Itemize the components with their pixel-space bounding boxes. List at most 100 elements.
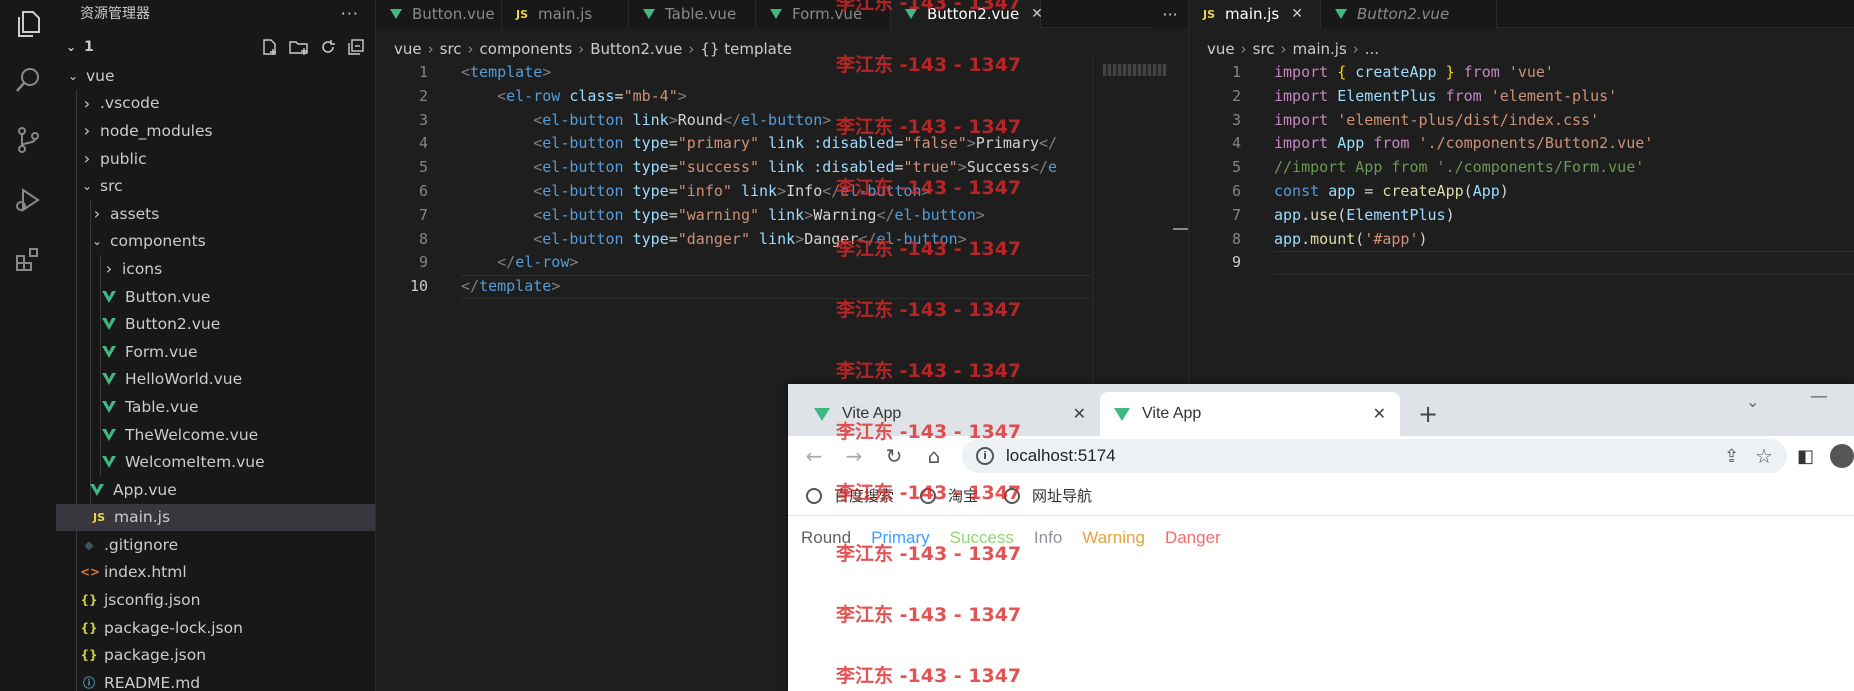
tree-item[interactable]: › public (56, 144, 375, 173)
tree-item[interactable]: ⌄ vue (56, 62, 375, 90)
editor-more-icon[interactable]: ··· (1152, 0, 1188, 28)
tab-form-vue[interactable]: Form.vue (756, 0, 891, 28)
indent-guide (90, 255, 91, 283)
tree-item[interactable]: {} jsconfig.json (56, 586, 375, 614)
tree-item[interactable]: Button2.vue (56, 310, 375, 338)
tree-item[interactable]: ⌄ src (56, 172, 375, 200)
tree-item[interactable]: {} package.json (56, 641, 375, 670)
back-icon[interactable]: ← (794, 444, 834, 468)
explorer-icon[interactable] (8, 4, 48, 44)
search-icon[interactable] (8, 60, 48, 100)
tree-item[interactable]: <> index.html (56, 558, 375, 587)
editor2-tabbar: JS main.js ✕ Button2.vue (1189, 0, 1854, 28)
minimize-icon[interactable]: — (1810, 386, 1828, 407)
browser-tab-active[interactable]: Vite App ✕ (1100, 392, 1400, 436)
sidebar-toggle-icon[interactable]: ◧ (1797, 446, 1814, 467)
code-token: > (777, 181, 787, 200)
line-number: 5 (1231, 158, 1241, 177)
info-icon[interactable]: i (976, 447, 994, 465)
tree-item[interactable]: JS main.js (56, 503, 375, 532)
tree-item[interactable]: Form.vue (56, 337, 375, 366)
more-actions-icon[interactable]: ··· (341, 4, 359, 23)
bookmark-item[interactable]: 网址导航 (1004, 485, 1092, 506)
tree-item-label: Form.vue (125, 342, 198, 361)
new-tab-button[interactable]: + (1418, 400, 1438, 428)
bookmark-item[interactable]: 淘宝 (920, 485, 978, 506)
code-token: import (1274, 86, 1329, 105)
new-file-icon[interactable] (261, 38, 279, 56)
line-number: 3 (418, 110, 428, 129)
tree-item[interactable]: Button.vue (56, 282, 375, 311)
code-token: el-button (542, 158, 624, 177)
new-folder-icon[interactable] (289, 38, 309, 56)
chevron-right-icon: › (83, 121, 91, 141)
collapse-all-icon[interactable] (347, 38, 365, 56)
tree-item[interactable]: › assets (56, 199, 375, 228)
indent-guide (100, 448, 101, 476)
code-area-2[interactable]: import { createApp } from 'vue' import El… (1274, 61, 1653, 275)
code-token: "true" (903, 158, 958, 177)
tree-item[interactable]: › node_modules (56, 117, 375, 145)
star-icon[interactable]: ☆ (1755, 444, 1773, 469)
browser-tab[interactable]: Vite App ✕ (800, 392, 1100, 436)
json-file-icon: {} (80, 620, 98, 635)
forward-icon[interactable]: → (834, 444, 874, 468)
tab-button-vue[interactable]: Button.vue (376, 0, 502, 28)
close-tab-icon[interactable]: ✕ (1073, 404, 1086, 424)
tree-item[interactable]: › .vscode (56, 89, 375, 118)
breadcrumb-item[interactable]: {} template (700, 40, 792, 58)
breadcrumb-item[interactable]: ... (1365, 40, 1379, 58)
link-button-success[interactable]: Success (950, 528, 1014, 548)
extensions-icon[interactable] (8, 240, 48, 280)
tree-item[interactable]: ⓘ README.md (56, 669, 375, 691)
tree-item[interactable]: App.vue (56, 475, 375, 504)
share-icon[interactable]: ⇪ (1724, 446, 1739, 467)
bookmark-item[interactable]: 百度搜索 (806, 485, 894, 506)
tab-main-js[interactable]: JS main.js ✕ (1189, 0, 1321, 28)
reload-icon[interactable]: ↻ (874, 444, 914, 468)
profile-avatar-icon[interactable] (1830, 444, 1854, 468)
tree-item[interactable]: › icons (56, 255, 375, 283)
code-token: ( (1463, 181, 1473, 200)
workspace-section[interactable]: ⌄ 1 (56, 36, 375, 58)
breadcrumb-item[interactable]: vue (394, 40, 422, 58)
tab-search-icon[interactable]: ⌄ (1746, 392, 1759, 411)
refresh-icon[interactable] (319, 38, 337, 56)
close-tab-icon[interactable]: ✕ (1373, 404, 1386, 424)
close-icon[interactable]: ✕ (1291, 6, 1303, 22)
link-button-info[interactable]: Info (1034, 528, 1062, 548)
tree-item[interactable]: Table.vue (56, 393, 375, 421)
link-button-danger[interactable]: Danger (1165, 528, 1221, 548)
tree-item[interactable]: ⌄ components (56, 227, 375, 256)
breadcrumb-item[interactable]: Button2.vue (590, 40, 682, 58)
activity-bar (0, 0, 56, 691)
tree-item[interactable]: HelloWorld.vue (56, 365, 375, 394)
code-token: "success" (677, 158, 760, 177)
code-line: <el-button type="info" link>Info</el-but… (461, 180, 1057, 204)
close-icon[interactable]: ✕ (1031, 6, 1043, 22)
tree-item[interactable]: ◆ .gitignore (56, 531, 375, 559)
link-button-warning[interactable]: Warning (1082, 528, 1145, 548)
code-area[interactable]: <template> <el-row class="mb-4"> <el-but… (461, 61, 1057, 299)
tree-item[interactable]: {} package-lock.json (56, 613, 375, 642)
tree-item[interactable]: WelcomeItem.vue (56, 448, 375, 476)
tab-button2-vue[interactable]: Button2.vue ✕ (891, 0, 1043, 28)
breadcrumb-item[interactable]: components (480, 40, 573, 58)
link-button-primary[interactable]: Primary (871, 528, 930, 548)
breadcrumb-item[interactable]: vue (1207, 40, 1235, 58)
home-icon[interactable]: ⌂ (914, 444, 954, 468)
tree-item[interactable]: TheWelcome.vue (56, 420, 375, 449)
code-token: el-button (542, 205, 624, 224)
run-debug-icon[interactable] (8, 180, 48, 220)
breadcrumb-item[interactable]: src (1253, 40, 1275, 58)
link-button-round[interactable]: Round (801, 528, 851, 548)
source-control-icon[interactable] (8, 120, 48, 160)
tab-button2-vue[interactable]: Button2.vue (1321, 0, 1497, 28)
breadcrumb-item[interactable]: main.js (1293, 40, 1347, 58)
tab-table-vue[interactable]: Table.vue (629, 0, 756, 28)
tab-main-js[interactable]: JS main.js (502, 0, 629, 28)
address-bar[interactable]: i localhost:5174 ⇪ ☆ (962, 439, 1787, 473)
breadcrumb-item[interactable]: src (440, 40, 462, 58)
